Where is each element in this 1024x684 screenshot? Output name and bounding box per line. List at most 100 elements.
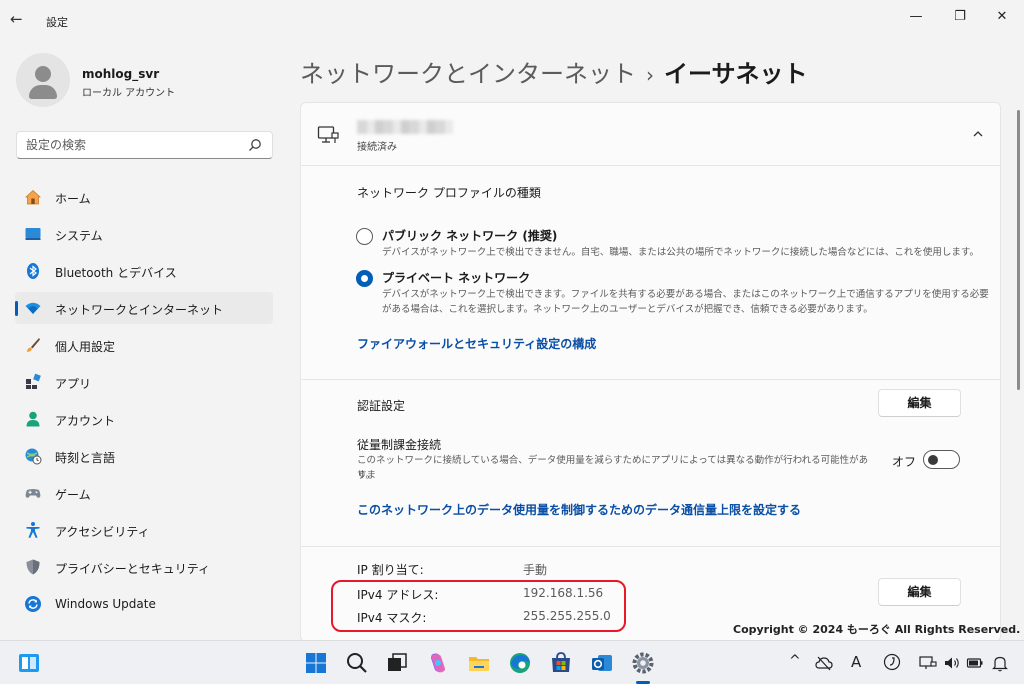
divider [301,379,1000,380]
breadcrumb-separator: › [646,63,654,87]
active-indicator [15,301,18,316]
scrollbar[interactable] [1017,110,1020,390]
page-title: イーサネット [664,60,808,88]
sidebar-item-windows-update[interactable]: Windows Update [15,588,273,620]
sidebar-item-label: ゲーム [55,488,91,502]
cloud-offline-icon[interactable] [815,654,833,672]
public-network-title: パブリック ネットワーク (推奨) [382,229,558,243]
brush-icon [27,338,40,352]
notification-bell-icon[interactable] [991,654,1009,672]
search-icon[interactable] [344,650,370,676]
bluetooth-icon [27,263,39,279]
sidebar-item-label: ホーム [55,192,91,206]
close-button[interactable]: ✕ [986,6,1018,28]
sidebar-item-network[interactable]: ネットワークとインターネット [15,292,273,324]
sidebar-item-label: Bluetooth とデバイス [55,266,177,280]
ethernet-card: 接続済み ネットワーク プロファイルの種類 パブリック ネットワーク (推奨) … [300,102,1001,642]
input-method-icon[interactable] [883,653,901,671]
account-type: ローカル アカウント [82,88,176,99]
sidebar-item-label: ネットワークとインターネット [55,303,224,317]
sidebar-item-label: アクセシビリティ [55,525,150,539]
restore-button[interactable]: ❐ [944,6,976,28]
user-name: mohlog_svr [82,67,160,81]
sidebar-item-label: アプリ [55,377,92,391]
auth-settings-label: 認証設定 [357,399,406,413]
start-icon[interactable] [303,650,329,676]
copyright-watermark: Copyright © 2024 もーろぐ All Rights Reserve… [733,623,1021,636]
copilot-icon[interactable] [425,650,451,676]
sidebar-item-label: 時刻と言語 [55,451,116,465]
sidebar-item-label: アカウント [55,414,116,428]
sidebar-item-accounts[interactable]: アカウント [15,403,273,435]
chevron-up-icon[interactable] [971,127,985,141]
widgets-icon[interactable] [16,650,42,676]
private-network-description-1: デバイスがネットワーク上で検出できます。ファイルを共有する必要がある場合、または… [382,289,989,300]
data-limit-link[interactable]: このネットワーク上のデータ使用量を制御するためのデータ通信量上限を設定する [357,501,801,518]
edge-icon[interactable] [507,650,533,676]
sidebar-item-personalization[interactable]: 個人用設定 [15,329,273,361]
system-icon [25,228,41,240]
outlook-icon[interactable] [589,650,615,676]
private-network-description-2: がある場合は、これを選択します。ネットワーク上のユーザーとデバイスが把握でき、信… [382,304,873,315]
sidebar-item-home[interactable]: ホーム [15,181,273,213]
connection-status: 接続済み [357,142,397,153]
sidebar-item-label: システム [55,229,103,243]
shield-icon [26,559,40,575]
store-icon[interactable] [548,650,574,676]
public-network-description: デバイスがネットワーク上で検出できません。自宅、職場、または公共の場所でネットワ… [382,247,979,258]
auth-edit-button[interactable]: 編集 [878,389,961,417]
private-network-radio[interactable] [356,270,373,287]
update-icon [25,596,41,612]
ime-mode-indicator[interactable]: A [851,653,861,671]
network-wired-icon[interactable] [919,654,937,672]
globe-clock-icon [25,448,42,465]
back-button[interactable]: ← [10,10,32,28]
accessibility-icon [26,522,40,538]
breadcrumb: ネットワークとインターネット › イーサネット [300,54,808,89]
ip-highlight-annotation [331,580,626,632]
home-icon [24,189,42,205]
ip-assignment-value: 手動 [523,563,548,577]
network-name-blurred [357,120,453,134]
task-view-icon[interactable] [384,650,410,676]
wifi-icon [25,302,41,314]
metered-description-2: す。 [357,470,376,481]
search-box[interactable] [16,131,273,159]
sidebar-item-label: 個人用設定 [55,340,116,354]
volume-icon[interactable] [943,654,961,672]
sidebar-item-gaming[interactable]: ゲーム [15,477,273,509]
breadcrumb-parent[interactable]: ネットワークとインターネット [300,60,636,88]
metered-toggle-label: オフ [892,455,917,469]
apps-icon [26,373,41,389]
sidebar-item-time-language[interactable]: 時刻と言語 [15,440,273,472]
sidebar-item-system[interactable]: システム [15,218,273,250]
sidebar-item-accessibility[interactable]: アクセシビリティ [15,514,273,546]
sidebar-item-label: Windows Update [55,597,156,611]
file-explorer-icon[interactable] [466,650,492,676]
public-network-radio[interactable] [356,228,373,245]
search-icon[interactable] [248,138,262,152]
taskbar: ^ A [0,640,1024,684]
gamepad-icon [25,489,41,498]
search-input[interactable] [17,132,237,158]
sidebar-item-label: プライバシーとセキュリティ [55,562,211,576]
app-title: 設定 [46,16,68,29]
ip-edit-button[interactable]: 編集 [878,578,961,606]
sidebar-item-bluetooth[interactable]: Bluetooth とデバイス [15,255,273,287]
firewall-settings-link[interactable]: ファイアウォールとセキュリティ設定の構成 [357,335,596,352]
battery-icon[interactable] [966,654,984,672]
sidebar-item-privacy[interactable]: プライバシーとセキュリティ [15,551,273,583]
ethernet-monitor-icon [317,126,339,143]
private-network-title: プライベート ネットワーク [382,271,531,285]
sidebar-item-apps[interactable]: アプリ [15,366,273,398]
divider [301,546,1000,547]
settings-icon[interactable] [630,650,656,676]
tray-chevron-up-icon[interactable]: ^ [789,653,801,669]
account-icon [26,411,40,427]
ip-assignment-label: IP 割り当て: [357,563,424,577]
minimize-button[interactable]: — [900,6,932,28]
profile-type-label: ネットワーク プロファイルの種類 [357,186,541,200]
avatar[interactable] [16,53,70,107]
connection-header[interactable]: 接続済み [301,103,1000,166]
metered-toggle[interactable] [923,450,960,469]
